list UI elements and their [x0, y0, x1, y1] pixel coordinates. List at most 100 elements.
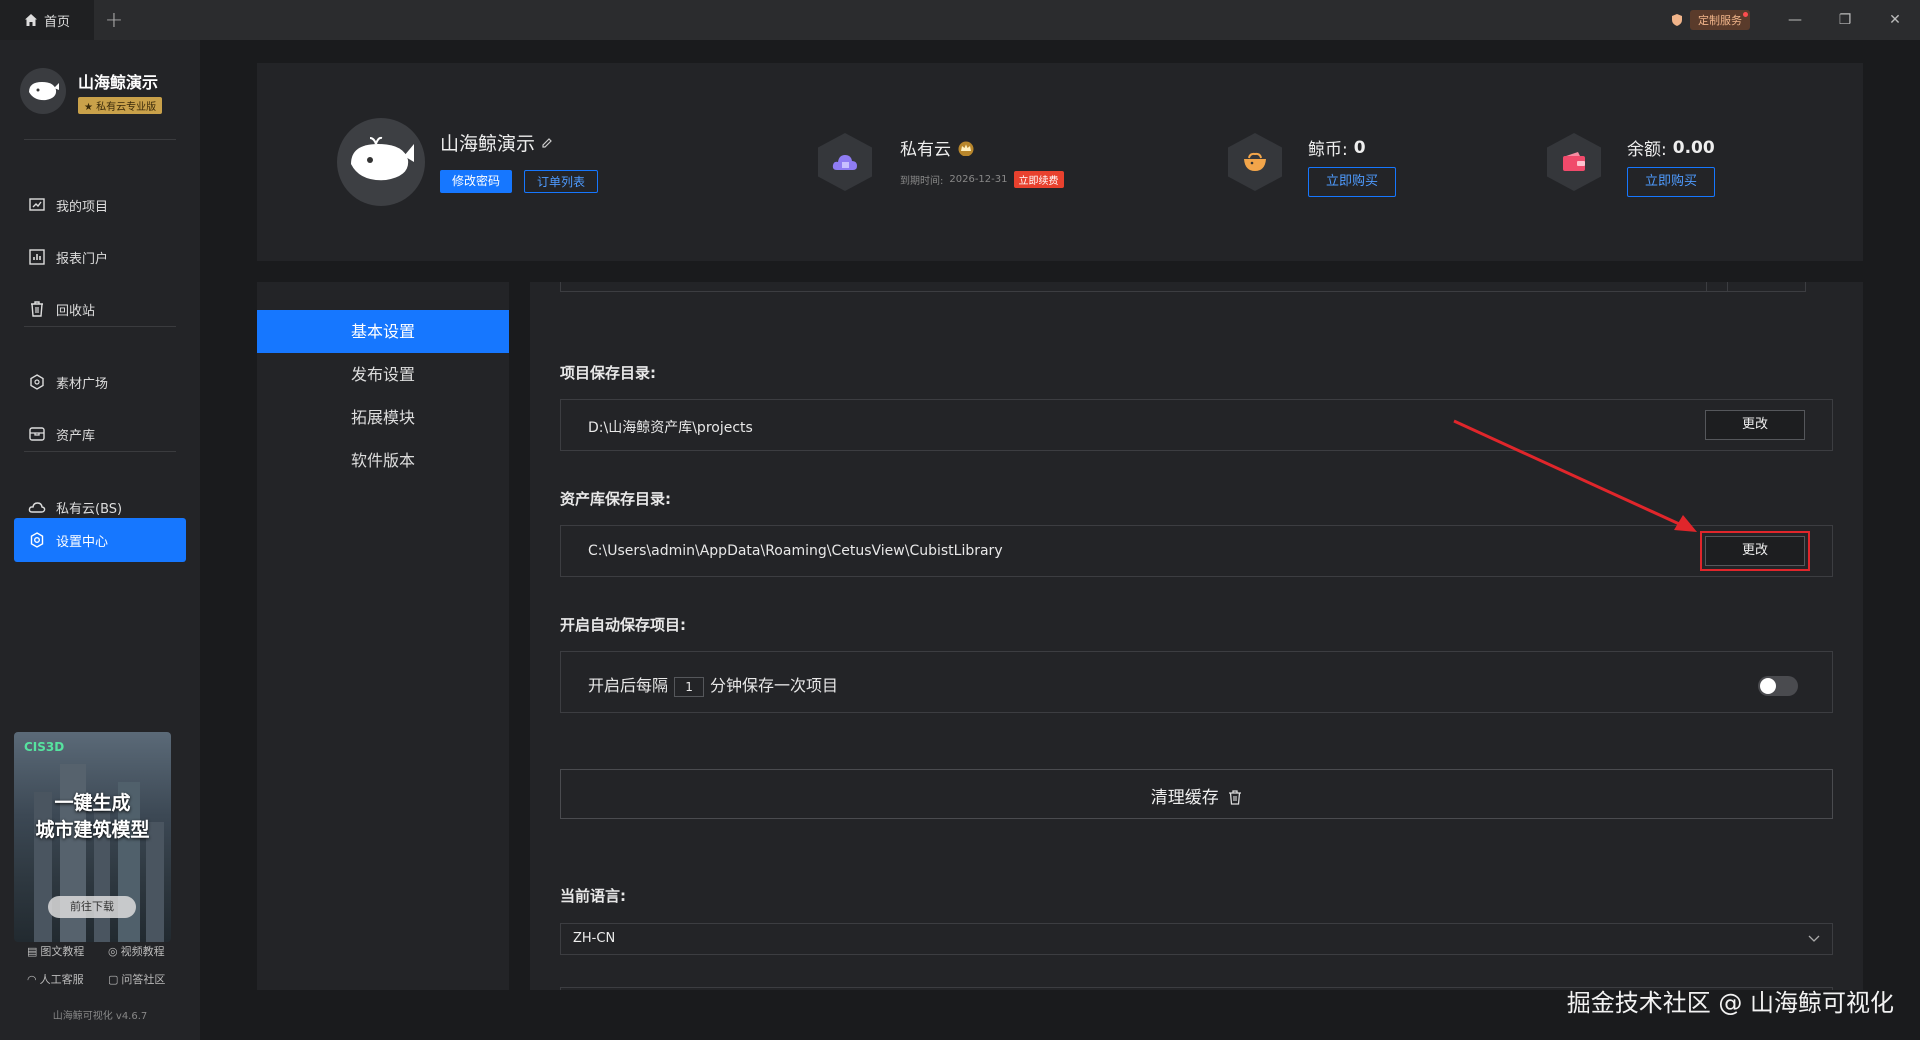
renew-button[interactable]: 立即续费	[1013, 171, 1064, 188]
watermark: 掘金技术社区 @ 山海鲸可视化	[1566, 989, 1894, 1017]
title-bar: 首页 + 定制服务 — ❐ ✕	[0, 0, 1920, 40]
video-tutorial-link[interactable]: ◎ 视频教程	[108, 943, 165, 959]
private-cloud-title: 私有云	[900, 135, 975, 160]
sidebar-item-material-square[interactable]: 素材广场	[14, 360, 186, 404]
edit-icon[interactable]	[541, 137, 553, 149]
promo-title-line: 一键生成	[54, 792, 131, 814]
sidebar-item-label: 报表门户	[56, 251, 109, 267]
gear-icon	[30, 532, 44, 548]
close-button[interactable]: ✕	[1870, 0, 1920, 40]
tab-basic-settings[interactable]: 基本设置	[257, 310, 509, 353]
minimize-button[interactable]: —	[1770, 0, 1820, 40]
chevron-down-icon	[1808, 935, 1820, 942]
highlight-box	[1700, 531, 1810, 571]
custom-service-button[interactable]: 定制服务	[1670, 10, 1750, 30]
whale-logo-icon	[20, 68, 66, 114]
version-label: 山海鲸可视化 v4.6.7	[52, 1011, 148, 1022]
wallet-icon	[1547, 133, 1601, 191]
promo-title: 一键生成 城市建筑模型	[14, 790, 171, 844]
language-label: 当前语言:	[560, 887, 626, 905]
promo-title-line: 城市建筑模型	[35, 819, 150, 841]
headset-icon: ◠	[27, 972, 37, 986]
user-name-text: 山海鲸演示	[440, 133, 536, 155]
home-icon	[25, 14, 37, 26]
divider	[24, 451, 176, 452]
autosave-label: 开启自动保存项目:	[560, 616, 686, 634]
tab-home[interactable]: 首页	[0, 0, 95, 40]
community-link[interactable]: ▢ 问答社区	[108, 971, 165, 987]
account-header: 山海鲸演示 修改密码 订单列表 私有云 到期时间: 2026-12-31 立即续…	[257, 63, 1863, 261]
sidebar-item-my-projects[interactable]: 我的项目	[14, 183, 186, 227]
shield-icon	[1672, 14, 1682, 26]
asset-dir-value: C:\Users\admin\AppData\Roaming\CetusView…	[588, 543, 1003, 559]
coins-title: 鲸币: 0	[1308, 135, 1366, 161]
support-link[interactable]: ◠ 人工客服	[27, 971, 84, 987]
change-password-button[interactable]: 修改密码	[440, 170, 513, 193]
change-project-dir-button[interactable]: 更改	[1705, 410, 1805, 440]
clear-cache-label: 清理缓存	[1150, 788, 1219, 808]
coins-label: 鲸币:	[1308, 140, 1348, 160]
autosave-suffix: 分钟保存一次项目	[710, 676, 839, 695]
expire-info: 到期时间: 2026-12-31 立即续费	[900, 171, 1064, 188]
sidebar-item-recycle-bin[interactable]: 回收站	[14, 287, 186, 331]
tab-extension-modules[interactable]: 拓展模块	[257, 396, 509, 439]
user-name: 山海鲸演示	[440, 129, 553, 156]
avatar[interactable]	[337, 118, 425, 206]
chart-board-icon	[29, 198, 45, 211]
box-icon	[29, 427, 45, 441]
project-dir-value: D:\山海鲸资产库\projects	[588, 420, 753, 436]
buy-coins-button[interactable]: 立即购买	[1308, 167, 1396, 197]
project-dir-label: 项目保存目录:	[560, 364, 656, 382]
promo-banner[interactable]: CIS3D 一键生成 城市建筑模型 前往下载	[14, 732, 171, 942]
private-cloud-label: 私有云	[900, 140, 951, 160]
language-select[interactable]: ZH-CN	[560, 923, 1833, 955]
balance-title: 余额: 0.00	[1627, 135, 1715, 161]
sidebar-item-settings-center[interactable]: 设置中心	[14, 518, 186, 562]
private-cloud-icon	[818, 133, 872, 191]
sidebar-item-asset-library[interactable]: 资产库	[14, 412, 186, 456]
sidebar-item-label: 设置中心	[56, 534, 109, 550]
buy-balance-button[interactable]: 立即购买	[1627, 167, 1715, 197]
chat-icon: ▢	[108, 972, 119, 986]
sidebar: 山海鲸演示 ★ 私有云专业版 我的项目 报表门户 回收站 素材广场 资产库 私有…	[0, 40, 200, 1040]
sidebar-item-label: 素材广场	[56, 376, 109, 392]
trash-icon	[1229, 790, 1242, 805]
help-link-label: 图文教程	[40, 945, 85, 958]
clear-cache-button[interactable]: 清理缓存	[560, 769, 1833, 819]
whale-coin-icon	[1228, 133, 1282, 191]
autosave-toggle[interactable]	[1758, 676, 1798, 696]
scrolled-field	[560, 282, 1728, 292]
help-link-label: 人工客服	[39, 973, 84, 986]
brand-name: 山海鲸演示	[78, 72, 159, 92]
restore-button[interactable]: ❐	[1820, 0, 1870, 40]
promo-logo: CIS3D	[24, 740, 65, 754]
scrolled-button	[1706, 282, 1806, 292]
crown-icon	[958, 141, 974, 156]
coins-value: 0	[1353, 137, 1366, 158]
sidebar-item-label: 回收站	[56, 303, 96, 319]
sidebar-item-label: 私有云(BS)	[56, 501, 123, 517]
settings-menu: 基本设置 发布设置 拓展模块 软件版本	[257, 282, 509, 990]
download-button[interactable]: 前往下载	[48, 896, 136, 918]
play-icon: ◎	[108, 944, 118, 958]
sidebar-item-label: 我的项目	[56, 199, 109, 215]
edition-badge: ★ 私有云专业版	[78, 96, 163, 114]
brand: 山海鲸演示 ★ 私有云专业版	[20, 68, 163, 114]
divider	[24, 139, 176, 140]
doc-tutorial-link[interactable]: ▤ 图文教程	[27, 943, 84, 959]
tab-publish-settings[interactable]: 发布设置	[257, 353, 509, 396]
autosave-text: 开启后每隔 1 分钟保存一次项目	[588, 672, 838, 697]
help-link-label: 问答社区	[121, 973, 166, 986]
order-list-button[interactable]: 订单列表	[524, 170, 599, 193]
add-tab-button[interactable]: +	[94, 0, 134, 40]
tab-home-label: 首页	[44, 14, 71, 30]
tab-software-version[interactable]: 软件版本	[257, 439, 509, 482]
help-link-label: 视频教程	[120, 945, 165, 958]
autosave-interval-input[interactable]: 1	[674, 676, 705, 697]
bar-chart-icon	[29, 249, 45, 265]
language-value: ZH-CN	[573, 931, 616, 946]
expire-label: 到期时间:	[900, 176, 944, 187]
sidebar-item-label: 资产库	[56, 428, 96, 444]
sidebar-item-report-portal[interactable]: 报表门户	[14, 235, 186, 279]
expire-date: 2026-12-31	[949, 174, 1008, 185]
